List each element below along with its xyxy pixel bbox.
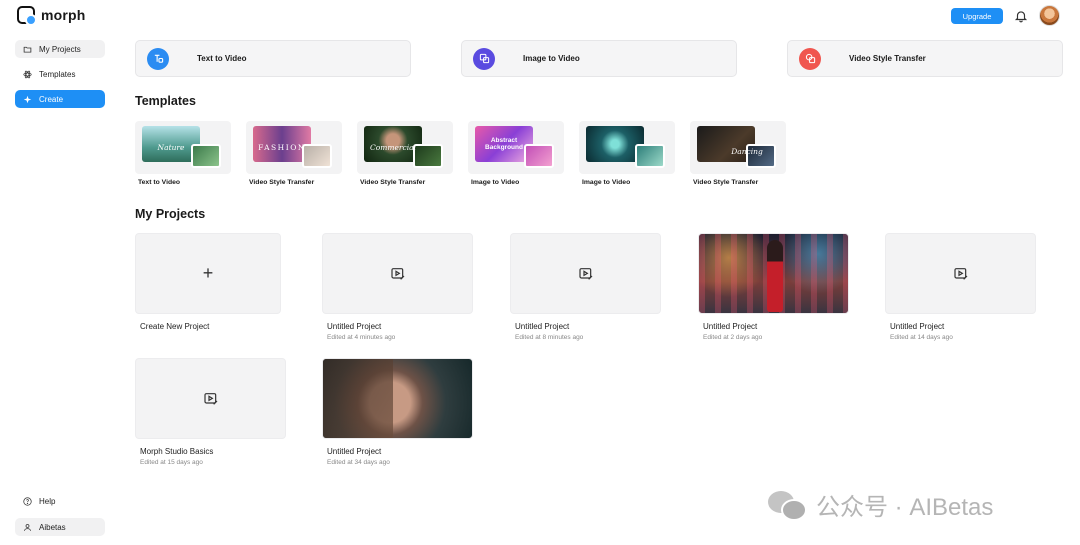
- app-name: morph: [41, 7, 86, 23]
- template-word: Abstract Background: [485, 137, 523, 151]
- project-card[interactable]: Morph Studio Basics Edited at 15 days ag…: [135, 358, 286, 466]
- feature-label: Text to Video: [197, 54, 247, 63]
- sidebar: My Projects Templates Create: [15, 40, 105, 115]
- project-edited: Edited at 34 days ago: [327, 459, 390, 466]
- feature-label: Video Style Transfer: [849, 54, 926, 63]
- feature-label: Image to Video: [523, 54, 580, 63]
- project-edited: Edited at 14 days ago: [890, 334, 953, 341]
- feature-image-to-video[interactable]: Image to Video: [461, 40, 737, 77]
- template-label: Video Style Transfer: [693, 179, 759, 186]
- template-word: Nature: [157, 143, 185, 152]
- sidebar-item-my-projects[interactable]: My Projects: [15, 40, 105, 58]
- project-title: Untitled Project: [890, 322, 945, 331]
- watermark: 公众号 · AIBetas: [768, 487, 993, 522]
- project-title: Create New Project: [140, 322, 210, 331]
- template-label: Image to Video: [582, 179, 631, 186]
- project-thumb: [322, 233, 473, 314]
- sidebar-bottom: Help Aibetas: [15, 492, 105, 544]
- template-card[interactable]: Nature Text to Video: [135, 121, 231, 186]
- video-edit-icon: [203, 392, 217, 405]
- project-card[interactable]: Untitled Project Edited at 34 days ago: [322, 358, 473, 466]
- video-edit-icon: [578, 267, 592, 280]
- template-label: Text to Video: [138, 179, 181, 186]
- project-card[interactable]: Untitled Project Edited at 14 days ago: [885, 233, 1036, 341]
- template-card[interactable]: Commercial Video Style Transfer: [357, 121, 453, 186]
- project-thumb: [885, 233, 1036, 314]
- video-edit-icon: [953, 267, 967, 280]
- image-to-video-icon: [473, 47, 495, 70]
- template-word: FASHION: [258, 143, 306, 152]
- template-word: Dancing: [731, 147, 763, 156]
- sidebar-item-label: Help: [39, 496, 56, 506]
- project-title: Untitled Project: [327, 322, 382, 331]
- project-card[interactable]: Untitled Project Edited at 8 minutes ago: [510, 233, 661, 341]
- project-card[interactable]: Untitled Project Edited at 4 minutes ago: [322, 233, 473, 341]
- template-thumbnail: FASHION: [246, 121, 342, 174]
- bell-icon[interactable]: [1014, 9, 1028, 23]
- sidebar-item-account[interactable]: Aibetas: [15, 518, 105, 536]
- app-logo[interactable]: morph: [17, 6, 86, 26]
- sidebar-item-label: My Projects: [39, 44, 81, 54]
- project-title: Untitled Project: [515, 322, 570, 331]
- plus-icon: +: [202, 263, 214, 283]
- folder-icon: [23, 46, 32, 53]
- project-title: Untitled Project: [327, 447, 382, 456]
- template-thumbnail: Commercial: [357, 121, 453, 174]
- create-project-thumb: +: [135, 233, 281, 314]
- template-word: Commercial: [370, 143, 416, 152]
- sidebar-item-label: Aibetas: [39, 522, 66, 532]
- sidebar-item-label: Create: [39, 94, 64, 104]
- project-thumb: [135, 358, 286, 439]
- text-to-video-icon: [147, 47, 169, 70]
- template-card[interactable]: Dancing Video Style Transfer: [690, 121, 786, 186]
- project-thumb-image: [698, 233, 849, 314]
- template-card[interactable]: Image to Video: [579, 121, 675, 186]
- feature-text-to-video[interactable]: Text to Video: [135, 40, 411, 77]
- project-edited: Edited at 15 days ago: [140, 459, 203, 466]
- feature-video-style-transfer[interactable]: Video Style Transfer: [787, 40, 1063, 77]
- project-edited: Edited at 2 days ago: [703, 334, 763, 341]
- project-title: Morph Studio Basics: [140, 447, 214, 456]
- wechat-icon: [768, 490, 808, 521]
- template-thumbnail: Abstract Background: [468, 121, 564, 174]
- project-thumb: [510, 233, 661, 314]
- sidebar-item-create[interactable]: Create: [15, 90, 105, 108]
- sparkle-icon: [23, 95, 32, 103]
- template-thumbnail: Dancing: [690, 121, 786, 174]
- project-thumb-image: [322, 358, 473, 439]
- sidebar-item-help[interactable]: Help: [15, 492, 105, 510]
- project-edited: Edited at 8 minutes ago: [515, 334, 584, 341]
- templates-heading: Templates: [135, 94, 196, 108]
- template-thumbnail: [579, 121, 675, 174]
- morph-logo-icon: [17, 6, 37, 26]
- help-icon: [23, 496, 32, 506]
- sidebar-item-label: Templates: [39, 69, 76, 79]
- video-edit-icon: [390, 267, 404, 280]
- user-avatar[interactable]: [1039, 5, 1060, 26]
- template-thumbnail: Nature: [135, 121, 231, 174]
- template-label: Video Style Transfer: [360, 179, 426, 186]
- project-edited: Edited at 4 minutes ago: [327, 334, 396, 341]
- template-label: Video Style Transfer: [249, 179, 315, 186]
- project-card[interactable]: Untitled Project Edited at 2 days ago: [698, 233, 849, 341]
- projects-heading: My Projects: [135, 207, 206, 221]
- project-title: Untitled Project: [703, 322, 758, 331]
- style-transfer-icon: [799, 47, 821, 70]
- atom-icon: [23, 70, 32, 78]
- user-icon: [24, 523, 31, 531]
- sidebar-item-templates[interactable]: Templates: [15, 65, 105, 83]
- template-label: Image to Video: [471, 179, 520, 186]
- upgrade-button[interactable]: Upgrade: [951, 8, 1003, 24]
- template-card[interactable]: FASHION Video Style Transfer: [246, 121, 342, 186]
- template-card[interactable]: Abstract Background Image to Video: [468, 121, 564, 186]
- watermark-text: 公众号 · AIBetas: [816, 494, 994, 521]
- create-new-project-card[interactable]: + Create New Project: [135, 233, 281, 331]
